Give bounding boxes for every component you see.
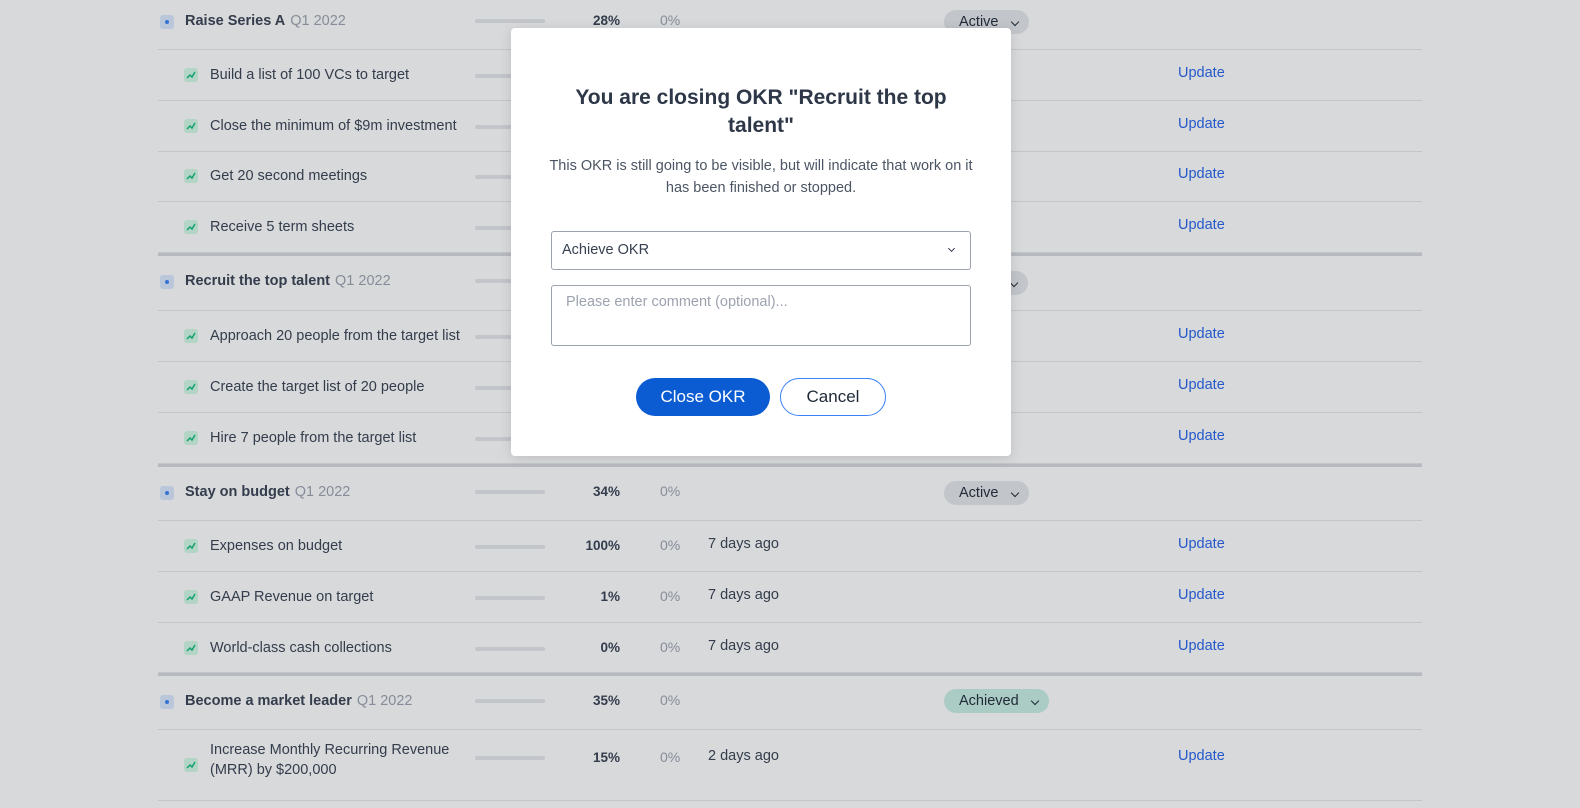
close-reason-select[interactable]: Achieve OKR [551, 231, 971, 270]
close-okr-dialog: You are closing OKR "Recruit the top tal… [511, 28, 1011, 456]
close-okr-button[interactable]: Close OKR [636, 378, 770, 416]
okr-page: Raise Series A Q1 2022 28% 0% Active Buil… [0, 0, 1580, 808]
dialog-description: This OKR is still going to be visible, b… [549, 158, 973, 196]
comment-input[interactable] [551, 285, 971, 346]
dialog-title: You are closing OKR "Recruit the top tal… [575, 86, 947, 137]
close-reason-value: Achieve OKR [562, 242, 650, 258]
cancel-button[interactable]: Cancel [780, 378, 886, 416]
chevron-down-icon [947, 244, 956, 253]
